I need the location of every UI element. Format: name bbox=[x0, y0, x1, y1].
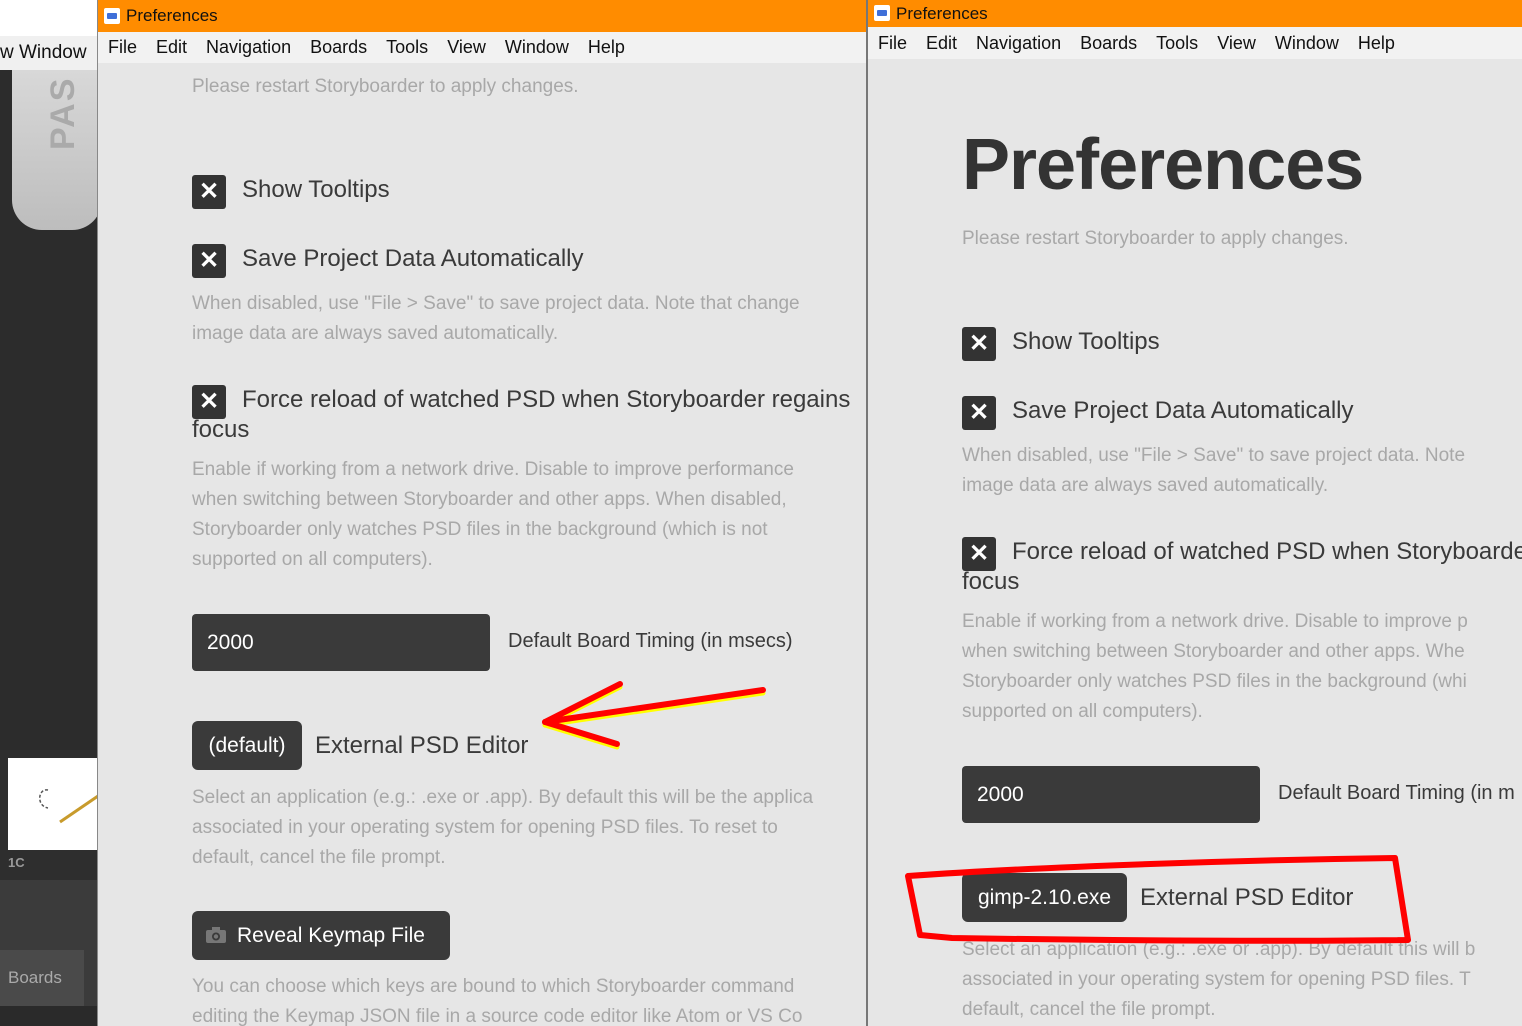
menu-tools[interactable]: Tools bbox=[1156, 33, 1198, 54]
save-auto-hint-line1: When disabled, use "File > Save" to save… bbox=[962, 445, 1466, 466]
menu-edit[interactable]: Edit bbox=[926, 33, 957, 54]
psd-editor-hint-line2: associated in your operating system for … bbox=[192, 817, 778, 838]
board-timing-input[interactable]: 2000 bbox=[962, 766, 1260, 823]
force-reload-hint-line4: supported on all computers). bbox=[962, 701, 1203, 722]
menu-help[interactable]: Help bbox=[1358, 33, 1395, 54]
show-tooltips-label: Show Tooltips bbox=[242, 176, 390, 203]
window-title: Preferences bbox=[896, 4, 988, 23]
menu-view[interactable]: View bbox=[1217, 33, 1256, 54]
save-auto-hint-line1: When disabled, use "File > Save" to save… bbox=[192, 293, 800, 314]
force-reload-hint-line1: Enable if working from a network drive. … bbox=[962, 611, 1468, 632]
reveal-keymap-label: Reveal Keymap File bbox=[237, 924, 425, 947]
background-app-window: w Window PAS 1C Boards bbox=[0, 0, 100, 1026]
save-auto-checkbox[interactable]: ✕ bbox=[192, 244, 226, 278]
force-reload-checkbox[interactable]: ✕ bbox=[962, 537, 996, 571]
force-reload-label-line2: focus bbox=[962, 568, 1020, 595]
psd-editor-hint-line1: Select an application (e.g.: .exe or .ap… bbox=[192, 787, 814, 808]
psd-editor-label: External PSD Editor bbox=[315, 732, 529, 759]
thumbnail-sketch-icon bbox=[39, 789, 99, 824]
show-tooltips-checkbox[interactable]: ✕ bbox=[962, 327, 996, 361]
menubar: File Edit Navigation Boards Tools View W… bbox=[868, 27, 1522, 59]
keymap-hint-line1: You can choose which keys are bound to w… bbox=[192, 976, 795, 997]
save-auto-label: Save Project Data Automatically bbox=[1012, 397, 1354, 424]
psd-editor-hint-line3: default, cancel the file prompt. bbox=[192, 847, 446, 868]
page-title: Preferences bbox=[962, 125, 1364, 205]
camera-icon bbox=[206, 927, 226, 943]
force-reload-checkbox[interactable]: ✕ bbox=[192, 385, 226, 419]
save-auto-hint-line2: image data are always saved automaticall… bbox=[962, 475, 1329, 496]
force-reload-hint-line4: supported on all computers). bbox=[192, 549, 433, 570]
keymap-hint-line2: editing the Keymap JSON file in a source… bbox=[192, 1006, 803, 1026]
menu-tools[interactable]: Tools bbox=[386, 37, 428, 58]
force-reload-hint-line2: when switching between Storyboarder and … bbox=[192, 489, 787, 510]
preferences-window-left: Preferences File Edit Navigation Boards … bbox=[97, 0, 867, 1026]
menu-edit[interactable]: Edit bbox=[156, 37, 187, 58]
psd-editor-hint-line3: default, cancel the file prompt. bbox=[962, 999, 1216, 1020]
preferences-window-right: Preferences File Edit Navigation Boards … bbox=[866, 0, 1522, 1026]
background-menubar: w Window bbox=[0, 36, 100, 70]
menu-view[interactable]: View bbox=[447, 37, 486, 58]
preferences-content[interactable]: Please restart Storyboarder to apply cha… bbox=[98, 63, 867, 1026]
titlebar[interactable]: Preferences bbox=[98, 0, 867, 32]
force-reload-label-line2: focus bbox=[192, 416, 250, 443]
board-thumbnail[interactable] bbox=[8, 758, 99, 850]
menu-navigation[interactable]: Navigation bbox=[976, 33, 1061, 54]
show-tooltips-label: Show Tooltips bbox=[1012, 328, 1160, 355]
menu-window[interactable]: Window bbox=[505, 37, 569, 58]
menu-window[interactable]: Window bbox=[1275, 33, 1339, 54]
psd-editor-button[interactable]: gimp-2.10.exe bbox=[962, 873, 1127, 922]
background-statusbar bbox=[0, 1006, 100, 1026]
menu-file[interactable]: File bbox=[108, 37, 137, 58]
psd-editor-button[interactable]: (default) bbox=[192, 721, 302, 770]
psd-editor-hint-line1: Select an application (e.g.: .exe or .ap… bbox=[962, 939, 1476, 960]
save-auto-hint-line2: image data are always saved automaticall… bbox=[192, 323, 559, 344]
menubar: File Edit Navigation Boards Tools View W… bbox=[98, 32, 867, 63]
reveal-keymap-button[interactable]: Reveal Keymap File bbox=[192, 911, 450, 960]
psd-editor-hint-line2: associated in your operating system for … bbox=[962, 969, 1471, 990]
force-reload-label-line1: Force reload of watched PSD when Storybo… bbox=[1012, 538, 1522, 565]
background-logo-text: PAS bbox=[44, 76, 82, 150]
menu-boards[interactable]: Boards bbox=[310, 37, 367, 58]
board-timing-input[interactable]: 2000 bbox=[192, 614, 490, 671]
menu-boards[interactable]: Boards bbox=[1080, 33, 1137, 54]
force-reload-hint-line1: Enable if working from a network drive. … bbox=[192, 459, 794, 480]
psd-editor-label: External PSD Editor bbox=[1140, 884, 1354, 911]
background-menu-fragment[interactable]: w Window bbox=[0, 42, 87, 63]
show-tooltips-checkbox[interactable]: ✕ bbox=[192, 175, 226, 209]
window-title: Preferences bbox=[126, 6, 218, 25]
save-auto-label: Save Project Data Automatically bbox=[242, 245, 584, 272]
app-icon bbox=[874, 5, 890, 21]
force-reload-hint-line3: Storyboarder only watches PSD files in t… bbox=[192, 519, 768, 540]
menu-file[interactable]: File bbox=[878, 33, 907, 54]
app-icon bbox=[104, 8, 120, 24]
thumbnail-label: 1C bbox=[8, 855, 25, 870]
preferences-content[interactable]: Preferences Please restart Storyboarder … bbox=[868, 59, 1522, 1026]
titlebar[interactable]: Preferences bbox=[868, 0, 1522, 27]
force-reload-hint-line2: when switching between Storyboarder and … bbox=[962, 641, 1465, 662]
background-titlebar bbox=[0, 0, 100, 36]
restart-note: Please restart Storyboarder to apply cha… bbox=[192, 76, 579, 97]
menu-help[interactable]: Help bbox=[588, 37, 625, 58]
menu-navigation[interactable]: Navigation bbox=[206, 37, 291, 58]
force-reload-hint-line3: Storyboarder only watches PSD files in t… bbox=[962, 671, 1467, 692]
force-reload-label-line1: Force reload of watched PSD when Storybo… bbox=[242, 386, 851, 413]
save-auto-checkbox[interactable]: ✕ bbox=[962, 396, 996, 430]
board-timing-label: Default Board Timing (in msecs) bbox=[508, 630, 793, 652]
board-timing-label: Default Board Timing (in m bbox=[1278, 782, 1515, 804]
boards-tab[interactable]: Boards bbox=[0, 950, 84, 1006]
restart-note: Please restart Storyboarder to apply cha… bbox=[962, 228, 1349, 249]
